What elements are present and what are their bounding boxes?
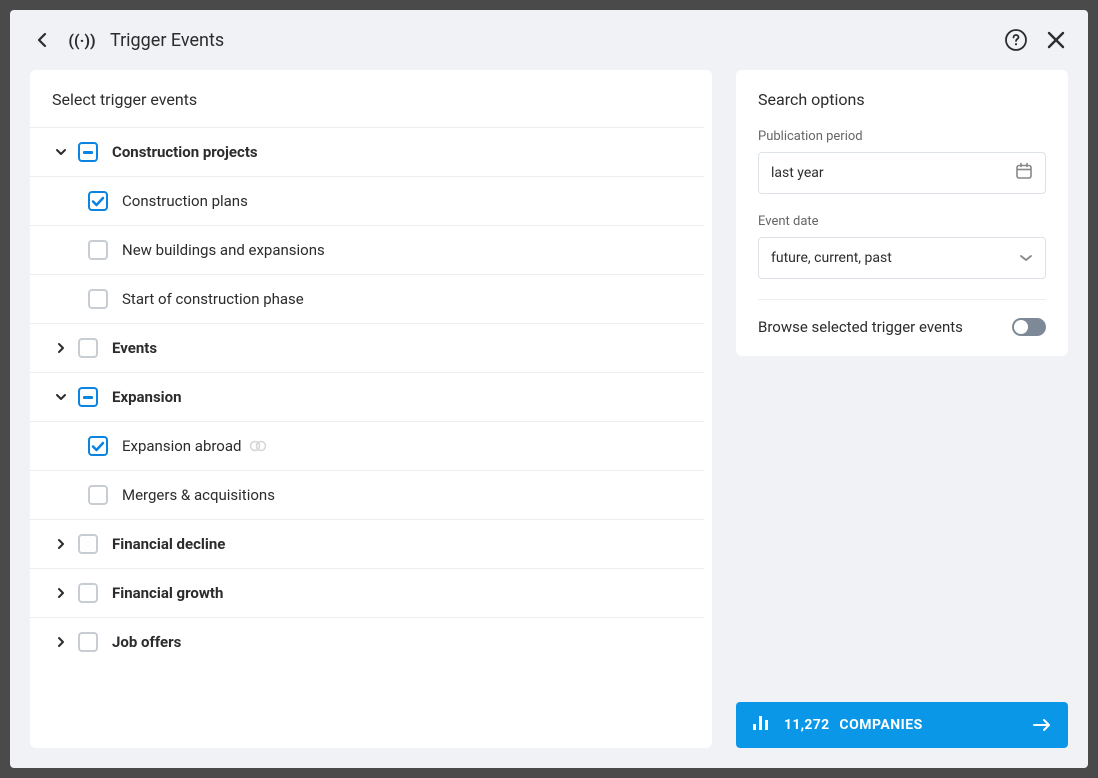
publication-period-label: Publication period [758,129,1046,144]
close-button[interactable] [1044,28,1068,52]
search-options-card: Search options Publication period last y… [736,70,1068,356]
modal-header: ((·)) Trigger Events [10,10,1088,70]
modal-title: Trigger Events [110,30,1004,51]
subcategory-row[interactable]: Start of construction phase [30,275,704,323]
browse-toggle-label: Browse selected trigger events [758,318,963,336]
category-label: Expansion [112,388,182,406]
trigger-events-icon: ((·)) [72,30,92,50]
publication-period-value: last year [771,165,824,181]
checkbox[interactable] [88,485,108,505]
chevron-down-icon[interactable] [52,143,70,161]
close-icon [1047,31,1065,49]
checkbox[interactable] [78,534,98,554]
browse-toggle[interactable] [1012,318,1046,336]
trigger-events-panel: Select trigger events Construction proje… [30,70,712,748]
event-date-label: Event date [758,214,1046,229]
results-count: 11,272 [784,717,829,733]
subcategory-row[interactable]: New buildings and expansions [30,226,704,274]
calendar-icon [1015,162,1033,184]
chevron-down-icon[interactable] [52,388,70,406]
trigger-events-tree[interactable]: Construction projects Construction plans N… [30,127,712,748]
help-button[interactable] [1004,28,1028,52]
subcategory-label: New buildings and expansions [122,241,325,259]
category-label: Financial growth [112,584,223,602]
toggle-knob [1014,320,1028,334]
back-button[interactable] [30,28,54,52]
event-date-value: future, current, past [771,250,892,266]
subcategory-row[interactable]: Expansion abroad [30,422,704,470]
chevron-right-icon[interactable] [52,633,70,651]
category-row[interactable]: Financial decline [30,520,704,568]
checkbox[interactable] [78,338,98,358]
category-row[interactable]: Expansion [30,373,704,421]
chevron-right-icon[interactable] [52,535,70,553]
checkbox[interactable] [88,436,108,456]
checkbox[interactable] [88,289,108,309]
results-label: COMPANIES [839,717,1032,733]
browse-toggle-row: Browse selected trigger events [758,318,1046,336]
event-date-field: Event date future, current, past [758,214,1046,279]
checkbox[interactable] [78,583,98,603]
subcategory-label: Mergers & acquisitions [122,486,275,504]
category-label: Events [112,339,157,357]
chevron-right-icon[interactable] [52,584,70,602]
bar-chart-icon [752,715,770,735]
subcategory-row[interactable]: Construction plans [30,177,704,225]
category-row[interactable]: Events [30,324,704,372]
checkbox[interactable] [88,240,108,260]
chevron-left-icon [37,32,47,48]
trigger-events-modal: ((·)) Trigger Events Select trigger even… [10,10,1088,768]
header-actions [1004,28,1068,52]
subcategory-label: Expansion abroad [122,437,241,455]
subcategory-label: Construction plans [122,192,248,210]
search-options-panel: Search options Publication period last y… [736,70,1068,748]
options-title: Search options [758,90,1046,109]
publication-period-input[interactable]: last year [758,152,1046,194]
subcategory-label: Start of construction phase [122,290,304,308]
divider [758,299,1046,300]
results-button[interactable]: 11,272 COMPANIES [736,702,1068,748]
category-row[interactable]: Job offers [30,618,704,666]
checkbox[interactable] [78,142,98,162]
checkbox[interactable] [78,632,98,652]
arrow-right-icon [1032,718,1052,732]
category-label: Financial decline [112,535,225,553]
modal-body: Select trigger events Construction proje… [10,70,1088,768]
panel-title: Select trigger events [30,70,712,127]
publication-period-field: Publication period last year [758,129,1046,194]
event-date-select[interactable]: future, current, past [758,237,1046,279]
help-icon [1005,29,1027,51]
category-row[interactable]: Financial growth [30,569,704,617]
category-label: Construction projects [112,143,258,161]
checkbox[interactable] [78,387,98,407]
category-label: Job offers [112,633,181,651]
chevron-right-icon[interactable] [52,339,70,357]
link-icon [249,439,267,453]
chevron-down-icon [1019,250,1033,266]
subcategory-row[interactable]: Mergers & acquisitions [30,471,704,519]
checkbox[interactable] [88,191,108,211]
category-row[interactable]: Construction projects [30,128,704,176]
